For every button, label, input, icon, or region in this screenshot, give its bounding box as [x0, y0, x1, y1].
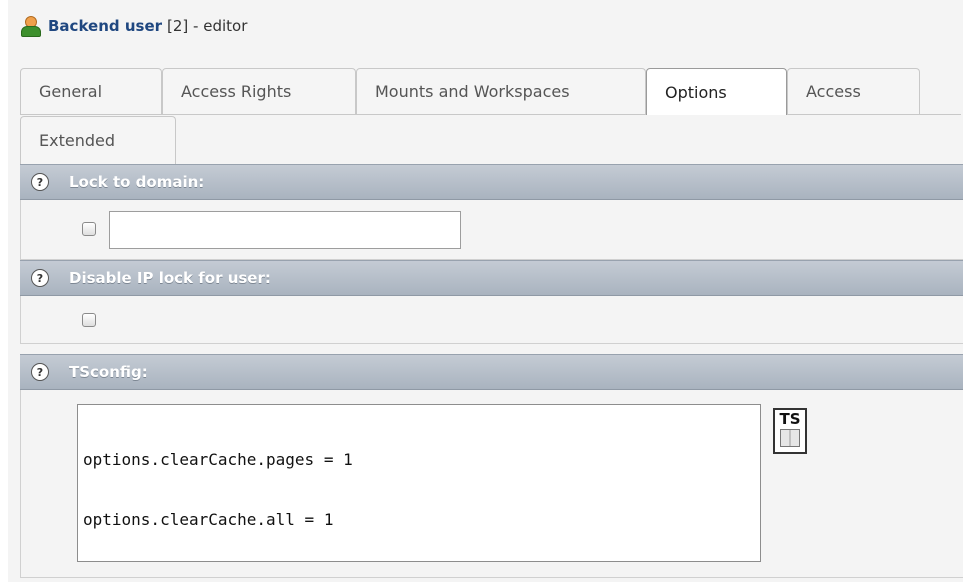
section-body-disable-ip-lock [20, 296, 963, 344]
tab-label: Access Rights [181, 82, 292, 101]
ts-button-label: TS [779, 410, 801, 428]
lock-domain-input[interactable] [109, 211, 461, 249]
section-header-disable-ip-lock: ? Disable IP lock for user: [20, 260, 963, 296]
section-title: TSconfig: [69, 363, 148, 381]
lock-domain-checkbox[interactable] [82, 222, 96, 236]
tab-label: Options [665, 82, 727, 102]
section-body-tsconfig: options.clearCache.pages = 1 options.cle… [20, 390, 963, 578]
section-header-tsconfig: ? TSconfig: [20, 354, 963, 390]
disable-ip-lock-checkbox[interactable] [82, 313, 96, 327]
section-title: Lock to domain: [69, 173, 205, 191]
help-icon[interactable]: ? [31, 269, 49, 287]
help-icon[interactable]: ? [31, 173, 49, 191]
section-title: Disable IP lock for user: [69, 269, 271, 287]
tab-options[interactable]: Options [646, 68, 787, 115]
tsconfig-line: options.clearCache.all = 1 [83, 510, 334, 529]
tsconfig-wizard-icon[interactable]: TS [773, 408, 807, 454]
tab-row-divider [20, 114, 961, 115]
help-icon[interactable]: ? [31, 363, 49, 381]
tab-label: General [39, 82, 103, 101]
record-subtitle: [2] - editor [167, 17, 248, 35]
section-header-lock-domain: ? Lock to domain: [20, 164, 963, 200]
book-icon [780, 429, 800, 447]
tab-mounts-and-workspaces[interactable]: Mounts and Workspaces [356, 68, 646, 114]
record-title: Backend user [48, 17, 163, 35]
tab-label: Extended [39, 131, 115, 150]
tab-access-rights[interactable]: Access Rights [162, 68, 356, 114]
tab-access[interactable]: Access [787, 68, 920, 114]
section-body-lock-domain [20, 200, 963, 260]
user-icon [20, 15, 41, 37]
tab-extended[interactable]: Extended [20, 116, 176, 164]
tab-label: Access [806, 82, 861, 101]
tab-label: Mounts and Workspaces [375, 82, 570, 101]
tab-general[interactable]: General [20, 68, 162, 114]
record-header: Backend user [2] - editor [20, 14, 247, 38]
tsconfig-textarea[interactable]: options.clearCache.pages = 1 options.cle… [77, 404, 761, 562]
tsconfig-line: options.clearCache.pages = 1 [83, 450, 353, 469]
